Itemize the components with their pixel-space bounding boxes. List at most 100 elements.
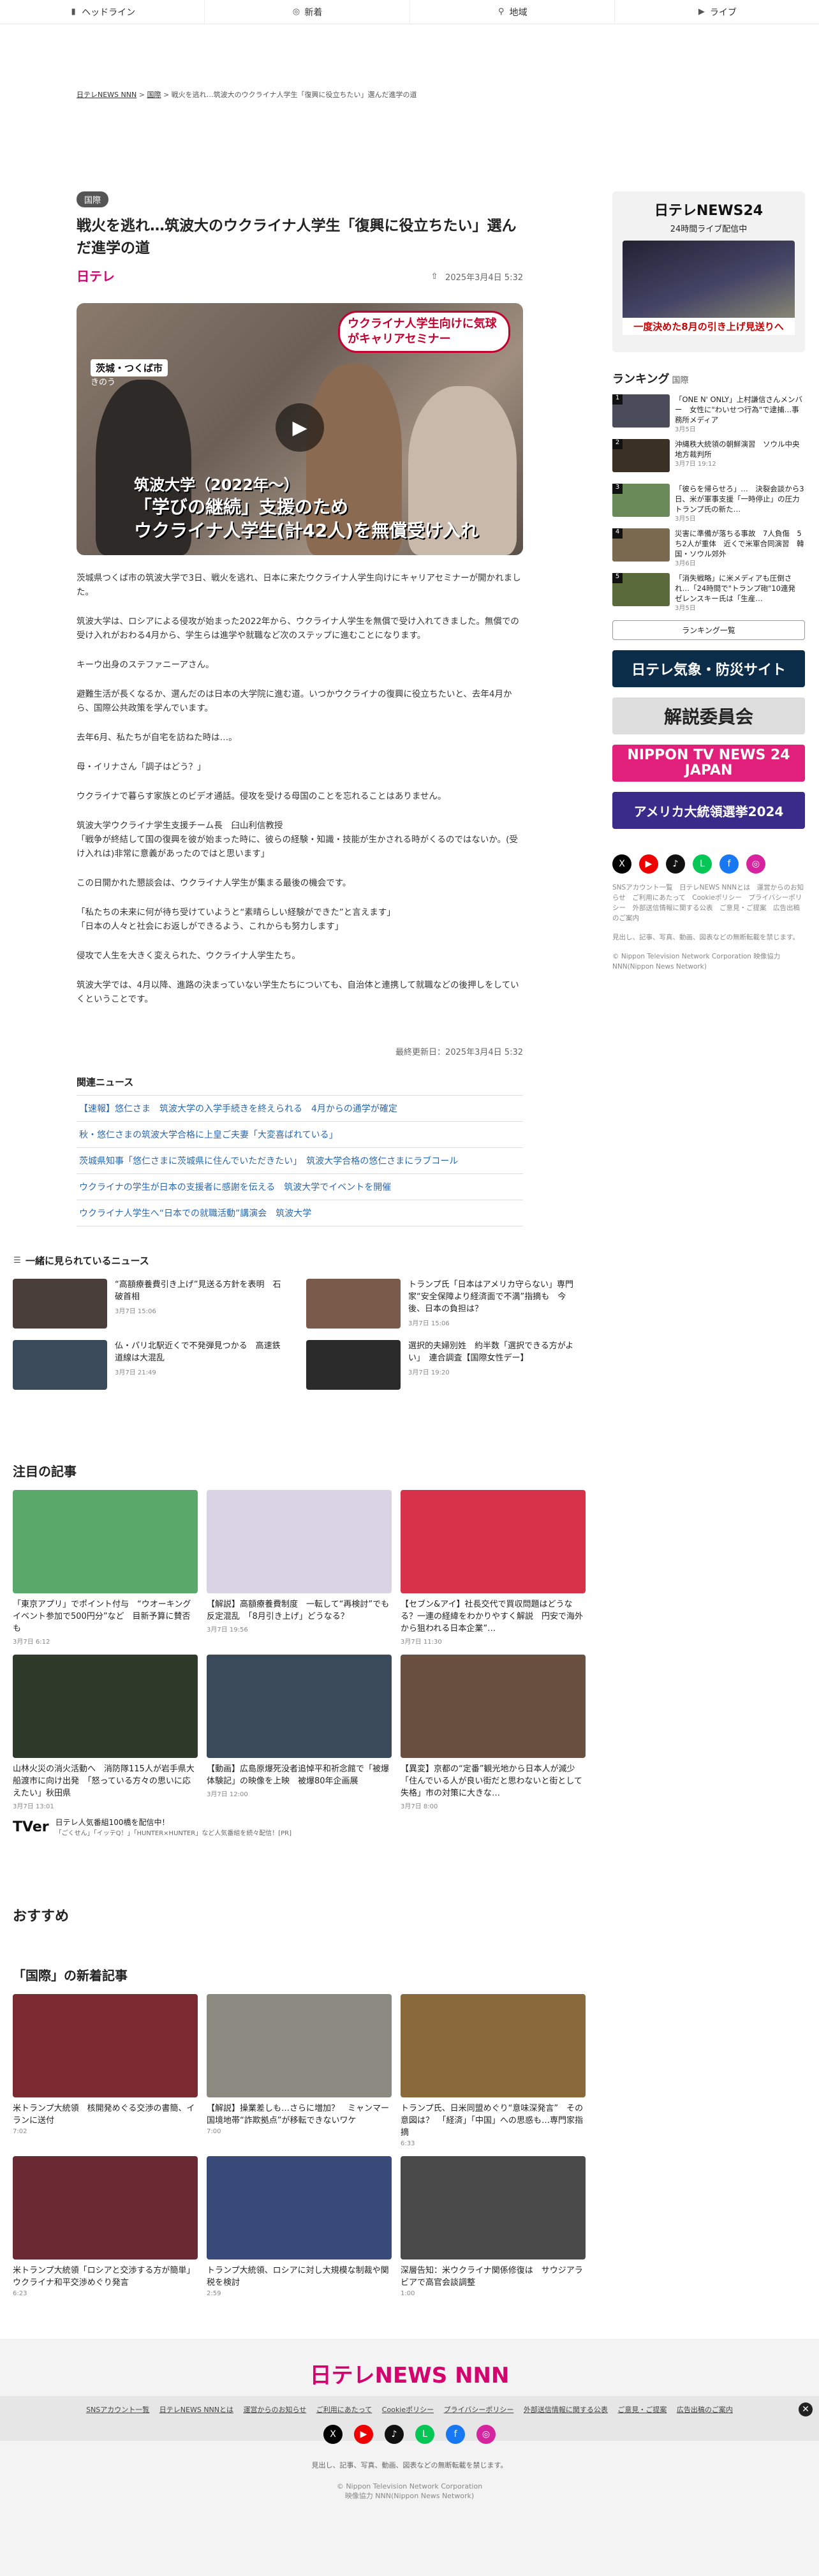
footer: 日テレNEWS NNN SNSアカウント一覧 日テレNEWS NNNとは 運営か…	[0, 2339, 819, 2576]
paragraph: 母・イリナさん「調子はどう？」	[77, 762, 206, 772]
ranking-item[interactable]: 3 「彼らを帰らせろ」… 決裂会談から3日、米が軍事支援「一時停止」の圧力 トラン…	[612, 484, 807, 523]
tiktok-icon[interactable]: ♪	[385, 2425, 404, 2444]
ranking-item[interactable]: 2 沖縄秩大統領の朝鮮演習 ソウル中央地方裁判所 3月7日 19:12	[612, 439, 805, 476]
intl-title: 米トランプ大統領 核開発めぐる交渉の書簡、イランに送付	[13, 2104, 195, 2126]
footer-link[interactable]: SNSアカウント一覧	[86, 2406, 149, 2414]
facebook-icon[interactable]: f	[719, 854, 739, 874]
pickup-title: 【動画】広島原爆死没者追悼平和祈念館で「被爆体験記」の映像を上映 被爆80年企画…	[207, 1764, 390, 1786]
footer-link[interactable]: ご意見・ご提案	[617, 2406, 667, 2414]
breadcrumb-home[interactable]: 日テレNEWS NNN	[77, 91, 136, 99]
pickup-card[interactable]: 【異変】京都の“定番”観光地から日本人が減少 「住んでいる人が良い街だと思わない…	[401, 1655, 586, 1810]
footer-link[interactable]: 広告出稿のご案内	[677, 2406, 733, 2414]
play-icon[interactable]: ▶	[276, 403, 324, 452]
pickup-thumb	[13, 1490, 198, 1593]
pickup-card[interactable]: 「東京アプリ」でポイント付与 “ウオーキングイベント参加で500円分”など 目新…	[13, 1490, 198, 1646]
intl-card[interactable]: 米トランプ大統領「ロシアと交渉する方が簡単」ウクライナ和平交渉めぐり発言 6:23	[13, 2156, 198, 2297]
category-badge[interactable]: 国際	[77, 191, 109, 207]
live-box[interactable]: 日テレNEWS24 24時間ライブ配信中 一度決めた8月の引き上げ見送りへ	[612, 191, 805, 352]
hero-location: 茨城・つくば市	[91, 359, 168, 376]
together-item[interactable]: 仏・パリ北駅近くで不発弾見つかる 高速鉄道線は大混乱 3月7日 21:49	[13, 1340, 287, 1390]
commentary-banner[interactable]: 解説委員会	[612, 697, 805, 734]
article: 国際 戦火を逃れ…筑波大のウクライナ人学生「復興に役立ちたい」選んだ進学の道 日…	[77, 191, 523, 1226]
nav-live[interactable]: ▶ ライブ	[615, 0, 819, 24]
facebook-icon[interactable]: f	[446, 2425, 465, 2444]
share-icon[interactable]: ⇧	[430, 272, 439, 281]
intl-card[interactable]: 米トランプ大統領 核開発めぐる交渉の書簡、イランに送付 7:02	[13, 1994, 198, 2147]
intl-card[interactable]: 深層告知：米ウクライナ関係修復は サウジアラビアで高官会談調整 1:00	[401, 2156, 586, 2297]
article-date: 2025年3月4日 5:32	[445, 273, 523, 283]
ranking-item[interactable]: 1 「ONE N' ONLY」上村謙信さんメンバー 女性に"わいせつ行為"で逮捕……	[612, 394, 805, 433]
intl-card[interactable]: 【解説】操業差しも…さらに増加？ ミャンマー国境地帯“詐欺拠点”が移転できないワ…	[207, 1994, 392, 2147]
footer-link[interactable]: 日テレNEWS NNNとは	[159, 2406, 233, 2414]
live-thumbnail[interactable]: 一度決めた8月の引き上げ見送りへ	[623, 241, 795, 335]
ranking-title: 災害に準備が落ちる事故 7人負傷 5ち2人が重体 近くで米軍合同演習 韓国・ソウ…	[675, 529, 804, 558]
instagram-icon[interactable]: ◎	[746, 854, 765, 874]
intl-title: 米トランプ大統領「ロシアと交渉する方が簡単」ウクライナ和平交渉めぐり発言	[13, 2266, 195, 2288]
election-banner[interactable]: アメリカ大統領選挙2024	[612, 792, 805, 829]
ranking-heading: ランキング 国際	[612, 370, 805, 387]
ranking-list-button[interactable]: ランキング一覧	[612, 620, 805, 640]
related-link[interactable]: 茨城県知事「悠仁さまに茨城県に住んでいただきたい」 筑波大学合格の悠仁さまにラブ…	[77, 1147, 523, 1173]
footer-link[interactable]: Cookieポリシー	[382, 2406, 434, 2414]
paragraph: 筑波大学ウクライナ学生支援チーム長 臼山利信教授 「戦争が終結して国の復興を彼が…	[77, 821, 518, 859]
related-link[interactable]: 【速報】悠仁さま 筑波大学の入学手続きを終えられる 4月からの通学が確定	[77, 1095, 523, 1121]
ranking-tag: 国際	[672, 376, 689, 385]
footer-link[interactable]: プライバシーポリシー	[444, 2406, 514, 2414]
close-icon[interactable]: ✕	[799, 2402, 813, 2416]
intl-card[interactable]: トランプ氏、日米同盟めぐり“意味深発言” その意図は？ 「経済」「中国」への思惑…	[401, 1994, 586, 2147]
footer-logo[interactable]: 日テレNEWS NNN	[0, 2358, 819, 2389]
together-item[interactable]: トランプ氏「日本はアメリカ守らない」専門家“安全保障より経済面で不満”指摘も 今…	[306, 1279, 580, 1329]
intl-thumb	[401, 2156, 586, 2260]
instagram-icon[interactable]: ◎	[476, 2425, 496, 2444]
line-icon[interactable]: L	[415, 2425, 434, 2444]
hero-caption: 筑波大学（2022年〜）	[134, 476, 299, 494]
nav-region[interactable]: ⚲ 地域	[410, 0, 615, 24]
youtube-icon[interactable]: ▶	[354, 2425, 373, 2444]
pickup-thumb	[401, 1490, 586, 1593]
footer-link[interactable]: ご利用にあたって	[316, 2406, 372, 2414]
line-icon[interactable]: L	[693, 854, 712, 874]
x-icon[interactable]: X	[323, 2425, 343, 2444]
together-item[interactable]: “高額療養費引き上げ”見送る方針を表明 石破首相 3月7日 15:06	[13, 1279, 287, 1329]
new-icon: ◎	[292, 6, 300, 17]
pickup-card[interactable]: 山林火災の消火活動へ 消防隊115人が岩手県大船渡市に向け出発 「怒っている方々…	[13, 1655, 198, 1810]
ranking-item[interactable]: 4 災害に準備が落ちる事故 7人負傷 5ち2人が重体 近くで米軍合同演習 韓国・ソ…	[612, 528, 805, 567]
ranking-item[interactable]: 5 「消失戦略」に米メディアも圧倒され…「24時間で"トランプ砲"10連発 ゼレン…	[612, 573, 805, 612]
related-news: 関連ニュース 【速報】悠仁さま 筑波大学の入学手続きを終えられる 4月からの通学…	[77, 1075, 523, 1226]
paragraph: 筑波大学では、4月以降、進路の決まっていない学生たちについても、自治体と連携して…	[77, 980, 519, 1004]
together-item[interactable]: 選択的夫婦別姓 約半数「選択できる方がよい」 連合調査【国際女性デー】 3月7日 …	[306, 1340, 580, 1390]
intl-card[interactable]: トランプ大統領、ロシアに対し大規模な制裁や関税を検討 2:59	[207, 2156, 392, 2297]
news24-japan-banner[interactable]: NIPPON TV NEWS 24 JAPAN	[612, 745, 805, 782]
pickup-card[interactable]: 【セブン&アイ】社長交代で買収問題はどうなる？一連の経緯をわかりやすく解説 円安…	[401, 1490, 586, 1646]
list-icon: ☰	[13, 1255, 21, 1265]
intl-date: 1:00	[401, 2290, 415, 2297]
related-link[interactable]: ウクライナの学生が日本の支援者に感謝を伝える 筑波大学でイベントを開催	[77, 1173, 523, 1200]
footer-link[interactable]: 外部送信情報に関する公表	[524, 2406, 608, 2414]
pickup-card[interactable]: 【動画】広島原爆死没者追悼平和祈念館で「被爆体験記」の映像を上映 被爆80年企画…	[207, 1655, 392, 1810]
live-icon: ▶	[698, 6, 705, 17]
related-link[interactable]: ウクライナ人学生へ“日本での就職活動”講演会 筑波大学	[77, 1200, 523, 1226]
x-icon[interactable]: X	[612, 854, 631, 874]
pickup-title: 「東京アプリ」でポイント付与 “ウオーキングイベント参加で500円分”など 目新…	[13, 1600, 191, 1634]
ranking-thumb: 2	[612, 439, 670, 472]
paragraph: 侵攻で人生を大きく変えられた、ウクライナ人学生たち。	[77, 951, 300, 961]
hero-video[interactable]: 茨城・つくば市 きのう ウクライナ人学生向けに気球がキャリアセミナー ▶ 筑波大…	[77, 303, 523, 555]
pickup-card[interactable]: 【解説】高額療養費制度 一転して“再検討”でも反定混乱 「8月引き上げ」どうなる…	[207, 1490, 392, 1646]
related-link[interactable]: 秋・悠仁さまの筑波大学合格に上皇ご夫妻「大変喜ばれている」	[77, 1121, 523, 1147]
tiktok-icon[interactable]: ♪	[666, 854, 685, 874]
pickup-date: 3月7日 8:00	[401, 1803, 438, 1810]
youtube-icon[interactable]: ▶	[639, 854, 658, 874]
related-heading: 関連ニュース	[77, 1076, 134, 1088]
weather-banner[interactable]: 日テレ気象・防災サイト	[612, 650, 805, 687]
pickup-thumb	[207, 1490, 392, 1593]
nav-label: 地域	[509, 7, 528, 18]
footer-link[interactable]: 運営からのお知らせ	[244, 2406, 307, 2414]
intl-title: トランプ大統領、ロシアに対し大規模な制裁や関税を検討	[207, 2266, 389, 2288]
tver-promo[interactable]: TVer 日テレ人気番組100橋を配信中！ 「ごくせん」「イッテQ！」「HUNTE…	[13, 1817, 587, 1837]
breadcrumb-section[interactable]: 国際	[147, 91, 161, 99]
nav-headline[interactable]: ▮ ヘッドライン	[0, 0, 205, 24]
sidebar-links[interactable]: SNSアカウント一覧 日テレNEWS NNNとは 運営からのお知らせ ご利用にあ…	[612, 882, 805, 923]
last-updated: 最終更新日：2025年3月4日 5:32	[395, 1048, 523, 1057]
nav-new[interactable]: ◎ 新着	[205, 0, 410, 24]
hero-caption: 「学びの継続」支援のため	[134, 496, 349, 517]
